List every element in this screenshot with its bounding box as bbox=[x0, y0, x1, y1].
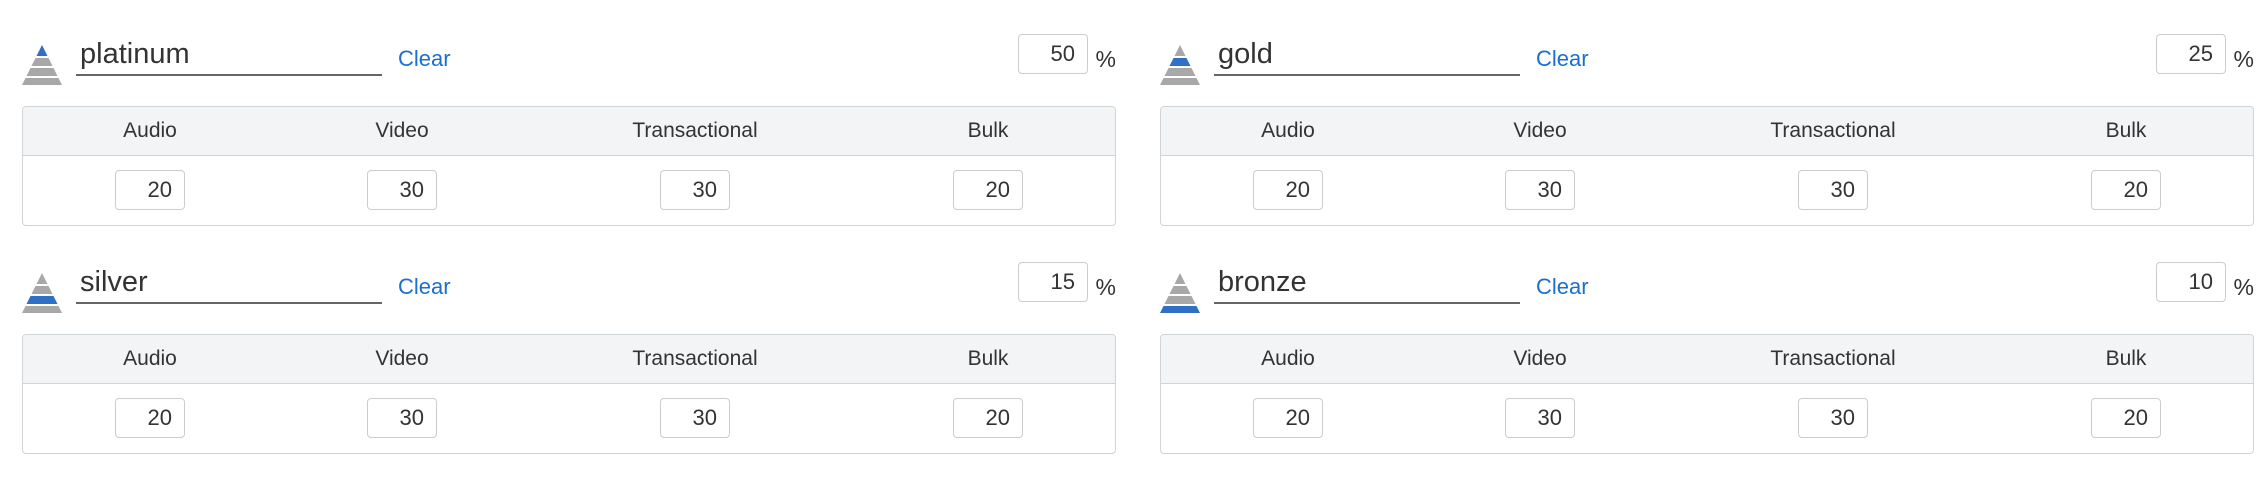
column-header-transactional: Transactional bbox=[632, 119, 758, 142]
tier-percent-input[interactable] bbox=[1018, 262, 1088, 302]
pyramid-top-icon bbox=[22, 45, 62, 85]
table-header-row: Audio Video Transactional Bulk bbox=[1161, 107, 2253, 156]
column-header-video: Video bbox=[1513, 119, 1567, 142]
tier-bronze: Clear % Audio Video Transactional Bulk bbox=[1160, 228, 2254, 454]
column-header-video: Video bbox=[1513, 347, 1567, 370]
audio-value-input[interactable] bbox=[115, 170, 185, 210]
tier-gold: Clear % Audio Video Transactional Bulk bbox=[1160, 0, 2254, 226]
tier-silver: Clear % Audio Video Transactional Bulk bbox=[22, 228, 1116, 454]
bulk-value-input[interactable] bbox=[2091, 170, 2161, 210]
video-value-input[interactable] bbox=[1505, 170, 1575, 210]
column-header-video: Video bbox=[375, 119, 429, 142]
percent-sign: % bbox=[2233, 274, 2254, 300]
table-header-row: Audio Video Transactional Bulk bbox=[23, 107, 1115, 156]
column-header-transactional: Transactional bbox=[1770, 347, 1896, 370]
video-value-input[interactable] bbox=[367, 398, 437, 438]
pyramid-upper-middle-icon bbox=[1160, 45, 1200, 85]
tier-header: Clear % bbox=[1160, 0, 2254, 106]
table-row bbox=[23, 156, 1115, 225]
column-header-bulk: Bulk bbox=[967, 119, 1009, 142]
column-header-bulk: Bulk bbox=[967, 347, 1009, 370]
table-row bbox=[1161, 156, 2253, 225]
bulk-value-input[interactable] bbox=[2091, 398, 2161, 438]
transactional-value-input[interactable] bbox=[1798, 170, 1868, 210]
tier-header: Clear % bbox=[1160, 228, 2254, 334]
column-header-transactional: Transactional bbox=[632, 347, 758, 370]
percent-sign: % bbox=[1095, 274, 1116, 300]
video-value-input[interactable] bbox=[367, 170, 437, 210]
table-row bbox=[1161, 384, 2253, 453]
tier-percent-input[interactable] bbox=[2156, 262, 2226, 302]
channel-mix-table: Audio Video Transactional Bulk bbox=[1160, 106, 2254, 226]
column-header-bulk: Bulk bbox=[2105, 119, 2147, 142]
clear-link[interactable]: Clear bbox=[398, 274, 451, 300]
transactional-value-input[interactable] bbox=[1798, 398, 1868, 438]
transactional-value-input[interactable] bbox=[660, 398, 730, 438]
table-header-row: Audio Video Transactional Bulk bbox=[1161, 335, 2253, 384]
audio-value-input[interactable] bbox=[1253, 398, 1323, 438]
percent-sign: % bbox=[1095, 46, 1116, 72]
tier-header: Clear % bbox=[22, 0, 1116, 106]
channel-mix-table: Audio Video Transactional Bulk bbox=[22, 106, 1116, 226]
table-row bbox=[23, 384, 1115, 453]
channel-mix-table: Audio Video Transactional Bulk bbox=[22, 334, 1116, 454]
channel-mix-table: Audio Video Transactional Bulk bbox=[1160, 334, 2254, 454]
column-header-audio: Audio bbox=[1261, 347, 1315, 370]
tier-name-input[interactable] bbox=[76, 34, 382, 76]
clear-link[interactable]: Clear bbox=[398, 46, 451, 72]
pyramid-base-icon bbox=[1160, 273, 1200, 313]
bulk-value-input[interactable] bbox=[953, 398, 1023, 438]
column-header-audio: Audio bbox=[123, 347, 177, 370]
tier-name-input[interactable] bbox=[1214, 262, 1520, 304]
column-header-audio: Audio bbox=[123, 119, 177, 142]
column-header-audio: Audio bbox=[1261, 119, 1315, 142]
clear-link[interactable]: Clear bbox=[1536, 274, 1589, 300]
clear-link[interactable]: Clear bbox=[1536, 46, 1589, 72]
bulk-value-input[interactable] bbox=[953, 170, 1023, 210]
tier-percent-input[interactable] bbox=[2156, 34, 2226, 74]
tier-name-input[interactable] bbox=[1214, 34, 1520, 76]
tier-platinum: Clear % Audio Video Transactional Bulk bbox=[22, 0, 1116, 226]
percent-sign: % bbox=[2233, 46, 2254, 72]
video-value-input[interactable] bbox=[1505, 398, 1575, 438]
tier-header: Clear % bbox=[22, 228, 1116, 334]
table-header-row: Audio Video Transactional Bulk bbox=[23, 335, 1115, 384]
column-header-video: Video bbox=[375, 347, 429, 370]
column-header-transactional: Transactional bbox=[1770, 119, 1896, 142]
tier-percent-input[interactable] bbox=[1018, 34, 1088, 74]
column-header-bulk: Bulk bbox=[2105, 347, 2147, 370]
audio-value-input[interactable] bbox=[115, 398, 185, 438]
pyramid-lower-middle-icon bbox=[22, 273, 62, 313]
transactional-value-input[interactable] bbox=[660, 170, 730, 210]
tier-name-input[interactable] bbox=[76, 262, 382, 304]
audio-value-input[interactable] bbox=[1253, 170, 1323, 210]
